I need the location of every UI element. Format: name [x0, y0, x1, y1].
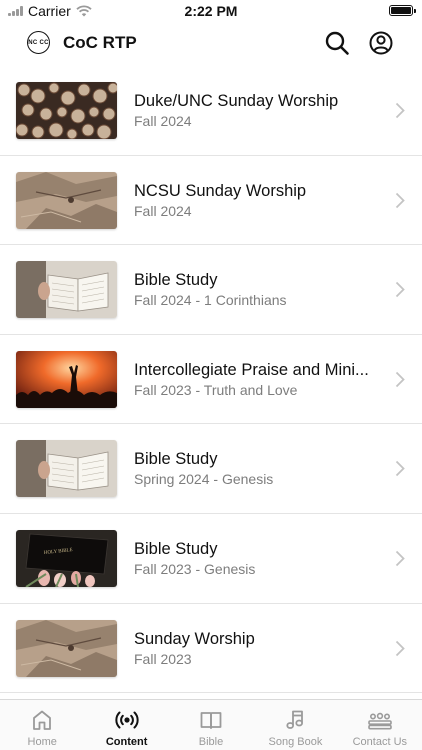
chevron-right-icon	[395, 192, 405, 208]
list-item-subtitle: Fall 2023 - Genesis	[134, 560, 256, 577]
worship-crowd-image	[16, 350, 117, 408]
tab-label: Bible	[198, 736, 224, 748]
chevron-right-icon	[395, 102, 405, 119]
battery-icon	[389, 5, 416, 16]
list-item-subtitle: Fall 2024	[134, 202, 192, 219]
list-item-subtitle: Fall 2024 - 1 Corinthians	[134, 292, 287, 309]
open-bible-image	[16, 261, 117, 319]
content-list: Duke/UNC Sunday Worship Fall 2024 NCSU S…	[0, 66, 422, 699]
tab-label: Contact Us	[352, 736, 408, 748]
home-icon	[33, 710, 52, 730]
list-item-subtitle: Fall 2023 - Truth and Love	[134, 381, 298, 398]
tab-contact-us[interactable]: Contact Us	[338, 700, 422, 750]
app-title: CoC RTP	[63, 33, 137, 52]
music-note-icon	[286, 710, 304, 729]
list-item-title: Intercollegiate Praise and Mini...	[134, 360, 369, 379]
broadcast-icon	[115, 711, 139, 729]
field-map-image	[16, 171, 117, 229]
chevron-right-icon	[395, 371, 405, 387]
list-item[interactable]: Bible Study Spring 2024 - Genesis	[0, 424, 422, 514]
list-item-title: Bible Study	[134, 450, 218, 469]
list-item-title: Bible Study	[134, 539, 218, 558]
list-item-title: Duke/UNC Sunday Worship	[134, 92, 339, 110]
chevron-right-icon	[395, 640, 405, 656]
list-item-subtitle: Fall 2024	[134, 113, 192, 129]
holy-bible-tulips-image: HOLY BIBLE	[16, 529, 117, 587]
book-icon	[200, 712, 222, 729]
app-header: NC CC CoC RTP	[0, 22, 422, 66]
chevron-right-icon	[395, 550, 405, 567]
tab-bible[interactable]: Bible	[169, 700, 253, 750]
tab-content[interactable]: Content	[84, 700, 168, 750]
tab-home[interactable]: Home	[0, 700, 84, 750]
list-item[interactable]: NCSU Sunday Worship Fall 2024	[0, 156, 422, 246]
list-item-title: Bible Study	[134, 271, 218, 290]
list-item[interactable]: Duke/UNC Sunday Worship Fall 2024	[0, 66, 422, 156]
tab-label: Song Book	[268, 736, 323, 748]
list-item[interactable]: HOLY BIBLE Bible Study Fall 2023 - Genes…	[0, 514, 422, 604]
list-item-title: Sunday Worship	[134, 629, 255, 648]
list-item-subtitle: Fall 2023	[134, 650, 192, 667]
account-icon[interactable]	[368, 30, 394, 56]
list-item[interactable]: Bible Study Fall 2024 - 1 Corinthians	[0, 245, 422, 335]
status-time: 2:22 PM	[184, 3, 238, 19]
log-pile-image	[16, 82, 117, 139]
list-item-title: NCSU Sunday Worship	[134, 181, 307, 200]
field-map-image	[16, 619, 117, 677]
chevron-right-icon	[395, 282, 405, 298]
people-group-icon	[368, 712, 392, 730]
list-item-subtitle: Spring 2024 - Genesis	[134, 471, 274, 488]
tab-label: Content	[105, 736, 148, 748]
tab-label: Home	[27, 736, 57, 748]
chevron-right-icon	[395, 461, 405, 477]
tab-bar: Home Content Bible Song Book Contact Us	[0, 699, 422, 750]
open-bible-image	[16, 440, 117, 498]
status-bar: Carrier 2:22 PM	[0, 0, 422, 22]
search-icon[interactable]	[324, 30, 350, 56]
tab-song-book[interactable]: Song Book	[253, 700, 337, 750]
list-item[interactable]: Intercollegiate Praise and Mini... Fall …	[0, 335, 422, 425]
list-item[interactable]: Sunday Worship Fall 2023	[0, 604, 422, 694]
app-logo: NC CC	[27, 31, 50, 54]
